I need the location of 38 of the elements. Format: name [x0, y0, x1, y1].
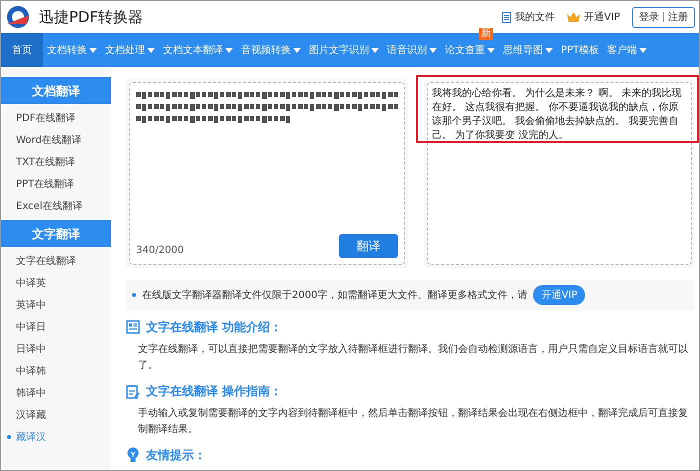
sidebar-heading: 文档翻译: [1, 77, 111, 104]
sidebar-item[interactable]: Word在线翻译: [1, 129, 111, 151]
lightbulb-icon: [126, 447, 140, 463]
file-icon: [502, 12, 512, 22]
notice-text: 在线版文字翻译器翻译文件仅限于2000字，如需翻译更大文件、翻译更多格式文件，请: [142, 288, 528, 302]
new-badge: 新: [479, 28, 493, 40]
sidebar-item[interactable]: 中译英: [1, 272, 111, 294]
sidebar-item[interactable]: 中译韩: [1, 360, 111, 382]
character-counter: 340/2000: [136, 244, 184, 258]
source-input[interactable]: 340/2000 翻译: [129, 82, 405, 265]
sidebar-item[interactable]: 日译中: [1, 338, 111, 360]
logo-icon: [5, 4, 31, 30]
vip-link[interactable]: 开通VIP: [567, 10, 620, 24]
crown-icon: [567, 12, 580, 22]
nav-tab[interactable]: 首页: [1, 33, 43, 67]
sidebar-item[interactable]: PDF在线翻译: [1, 107, 111, 129]
sidebar-item[interactable]: PPT在线翻译: [1, 173, 111, 195]
section-title: 文字在线翻译 操作指南：: [146, 383, 282, 400]
notepad-icon: [126, 384, 140, 398]
brand-name: 迅捷PDF转换器: [39, 6, 144, 28]
my-files-link[interactable]: 我的文件: [502, 10, 556, 24]
sidebar-heading: 文字翻译: [1, 220, 111, 247]
section-title: 文字在线翻译 功能介绍：: [146, 319, 282, 336]
section-text: 文字在线翻译，可以直接把需要翻译的文字放入待翻译框进行翻译。我们会自动检测源语言，用户只需自定义目标语言就可以了。: [137, 342, 689, 373]
section-text: 手动输入或复制需要翻译的文字内容到待翻译框中，然后单击翻译按钮，翻译结果会出现在右侧边框中，翻译完成后可直接复制翻译结果。: [137, 406, 689, 437]
sidebar-item[interactable]: TXT在线翻译: [1, 151, 111, 173]
translation-output: 我将我的心给你看。 为什么是未来？ 啊。 未来的我比现在好。 这点我很有把握。 你不要逼我说我的缺点，你原谅那个男子汉吧。 我会偷偷地去掉缺点的。 我要完善自己。 为了你我要变 没完的人。: [432, 87, 683, 143]
sidebar-item[interactable]: Excel在线翻译: [1, 195, 111, 217]
sidebar-item[interactable]: 韩译中: [1, 382, 111, 404]
register-link[interactable]: 注册: [668, 10, 688, 24]
translate-button[interactable]: 翻译: [339, 234, 398, 258]
sidebar-item[interactable]: 中译日: [1, 316, 111, 338]
section-title: 友情提示：: [146, 447, 206, 464]
document-icon: [126, 320, 140, 334]
sidebar-item[interactable]: 文字在线翻译: [1, 250, 111, 272]
sidebar-item[interactable]: 英译中: [1, 294, 111, 316]
sidebar-item[interactable]: 汉译藏: [1, 404, 111, 426]
login-link[interactable]: 登录: [639, 10, 659, 24]
